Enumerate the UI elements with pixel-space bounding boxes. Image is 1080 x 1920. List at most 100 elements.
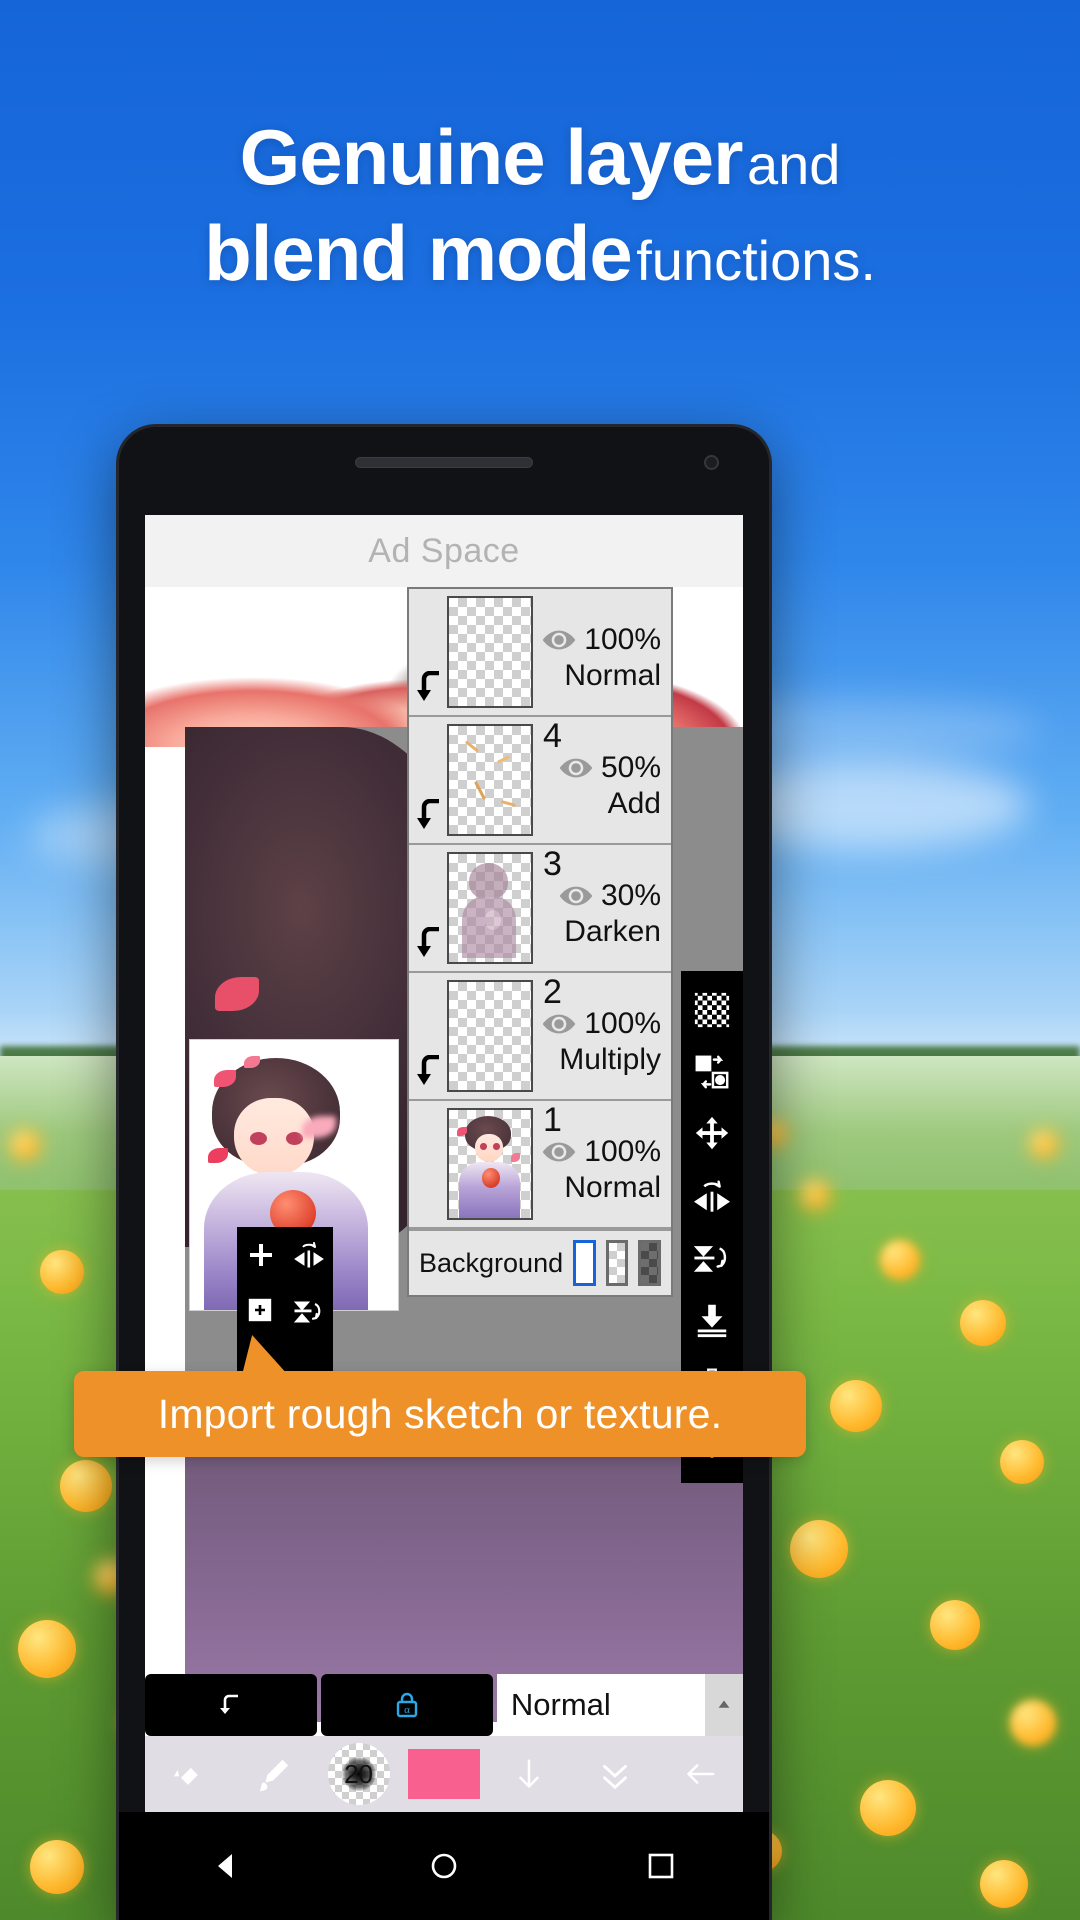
brush-size-value: 20 bbox=[344, 1758, 373, 1789]
flower bbox=[30, 1840, 84, 1894]
layer-blend-mode: Add bbox=[607, 787, 661, 820]
headline-strong-1: Genuine layer bbox=[239, 113, 744, 201]
arrow-down-icon[interactable] bbox=[487, 1755, 572, 1793]
flower bbox=[800, 1180, 830, 1210]
alpha-lock-button[interactable]: α bbox=[320, 1674, 493, 1736]
clipping-arrow-icon bbox=[417, 1055, 439, 1085]
background-row[interactable]: Background bbox=[409, 1229, 671, 1295]
layer-row[interactable]: 1 100% Normal bbox=[409, 1101, 671, 1229]
flower bbox=[980, 1860, 1028, 1908]
layer-thumbnail[interactable] bbox=[447, 1108, 533, 1220]
headline-strong-2: blend mode bbox=[204, 208, 633, 297]
flower bbox=[930, 1600, 980, 1650]
tool-strip[interactable]: 20 bbox=[145, 1736, 743, 1812]
rotate-icon[interactable] bbox=[285, 1227, 333, 1283]
flip-vertical-icon[interactable] bbox=[681, 1227, 743, 1289]
recents-icon[interactable] bbox=[644, 1849, 678, 1883]
layer-thumbnail[interactable] bbox=[447, 852, 533, 964]
flower bbox=[880, 1240, 920, 1280]
background-swatch-transparent[interactable] bbox=[605, 1240, 629, 1286]
eye-icon[interactable] bbox=[557, 756, 595, 780]
front-camera bbox=[704, 455, 719, 470]
headline-line-2: blend mode functions. bbox=[0, 213, 1080, 294]
layer-clip-column bbox=[409, 845, 447, 971]
speaker-grille bbox=[355, 457, 533, 468]
layer-number: 4 bbox=[543, 717, 562, 755]
clipping-mask-button[interactable] bbox=[145, 1674, 317, 1736]
eye-icon[interactable] bbox=[557, 884, 595, 908]
layer-row[interactable]: 2 100% Multiply bbox=[409, 973, 671, 1101]
headline-light-2: functions. bbox=[636, 228, 876, 292]
preview-eye bbox=[286, 1132, 303, 1145]
layer-row[interactable]: 4 50% Add bbox=[409, 717, 671, 845]
layer-thumbnail[interactable] bbox=[447, 724, 533, 836]
clipping-arrow-icon bbox=[417, 671, 439, 701]
layer-info: 3 30% Darken bbox=[533, 845, 671, 971]
move-layer-icon[interactable] bbox=[681, 1103, 743, 1165]
swap-layers-icon[interactable] bbox=[681, 1041, 743, 1103]
eye-icon[interactable] bbox=[540, 628, 578, 652]
layer-blend-mode: Multiply bbox=[559, 1043, 661, 1076]
undo-eraser-icon[interactable] bbox=[145, 1755, 230, 1793]
preview-petal bbox=[208, 1148, 228, 1163]
layer-thumbnail[interactable] bbox=[447, 980, 533, 1092]
double-arrow-down-icon[interactable] bbox=[572, 1755, 657, 1793]
layer-info: 4 50% Add bbox=[533, 717, 671, 843]
background-swatch-dark[interactable] bbox=[638, 1240, 661, 1286]
brush-icon[interactable] bbox=[230, 1755, 315, 1793]
callout-banner: Import rough sketch or texture. bbox=[74, 1335, 806, 1457]
ad-space-banner[interactable]: Ad Space bbox=[145, 515, 743, 587]
android-navbar[interactable] bbox=[119, 1812, 769, 1920]
layer-row[interactable]: 3 30% Darken bbox=[409, 845, 671, 973]
eye-icon[interactable] bbox=[540, 1012, 578, 1036]
layer-blend-mode: Normal bbox=[564, 659, 661, 692]
svg-text:α: α bbox=[404, 1704, 410, 1716]
eye-icon[interactable] bbox=[540, 1140, 578, 1164]
duplicate-layer-icon[interactable] bbox=[237, 1283, 285, 1339]
layer-thumbnail[interactable] bbox=[447, 596, 533, 708]
flower bbox=[10, 1130, 40, 1160]
flower bbox=[830, 1380, 882, 1432]
headline: Genuine layer and blend mode functions. bbox=[0, 117, 1080, 294]
color-swatch[interactable] bbox=[401, 1749, 486, 1799]
callout-text: Import rough sketch or texture. bbox=[157, 1390, 723, 1437]
layer-opacity: 100% bbox=[584, 1007, 661, 1040]
flip-icon[interactable] bbox=[285, 1283, 333, 1339]
flower bbox=[860, 1780, 916, 1836]
background-swatch-white[interactable] bbox=[573, 1240, 596, 1286]
home-icon[interactable] bbox=[427, 1849, 461, 1883]
layer-clip-column bbox=[409, 973, 447, 1099]
brush-size-indicator[interactable]: 20 bbox=[316, 1743, 401, 1805]
layer-number: 2 bbox=[543, 973, 562, 1011]
transparency-icon[interactable] bbox=[681, 979, 743, 1041]
phone-screen: Ad Space 100% Normal 4 50% Add 3 30% Dar… bbox=[145, 515, 743, 1812]
flower bbox=[40, 1250, 84, 1294]
flower bbox=[1010, 1700, 1056, 1746]
add-layer-icon[interactable] bbox=[237, 1227, 285, 1283]
layer-blend-mode: Normal bbox=[564, 1171, 661, 1204]
blend-mode-select[interactable]: Normal bbox=[496, 1674, 743, 1736]
layer-clip-column bbox=[409, 1101, 447, 1227]
flower bbox=[1000, 1440, 1044, 1484]
layers-panel[interactable]: 100% Normal 4 50% Add 3 30% Darken 2 100% Multiply… bbox=[407, 587, 673, 1297]
drawing-canvas[interactable]: 100% Normal 4 50% Add 3 30% Darken 2 100% Multiply… bbox=[145, 587, 743, 1812]
layer-bottom-bar[interactable]: α Normal bbox=[145, 1674, 743, 1736]
phone-bezel bbox=[119, 427, 769, 515]
layer-blend-mode: Darken bbox=[564, 915, 661, 948]
layer-row[interactable]: 100% Normal bbox=[409, 589, 671, 717]
layer-opacity: 50% bbox=[600, 751, 661, 784]
blend-mode-spinner[interactable] bbox=[705, 1674, 743, 1736]
flower bbox=[60, 1460, 112, 1512]
blend-mode-value: Normal bbox=[510, 1687, 611, 1722]
merge-down-icon[interactable] bbox=[681, 1289, 743, 1351]
flower bbox=[18, 1620, 76, 1678]
headline-light-1: and bbox=[746, 133, 841, 196]
layer-opacity: 100% bbox=[584, 623, 661, 656]
clipping-arrow-icon bbox=[417, 799, 439, 829]
layer-info: 100% Normal bbox=[533, 589, 671, 715]
back-icon[interactable] bbox=[210, 1849, 244, 1883]
flip-horizontal-icon[interactable] bbox=[681, 1165, 743, 1227]
layer-list[interactable]: 100% Normal 4 50% Add 3 30% Darken 2 100% Multiply… bbox=[409, 589, 671, 1229]
arrow-left-icon[interactable] bbox=[658, 1755, 743, 1793]
flower bbox=[1030, 1130, 1058, 1158]
